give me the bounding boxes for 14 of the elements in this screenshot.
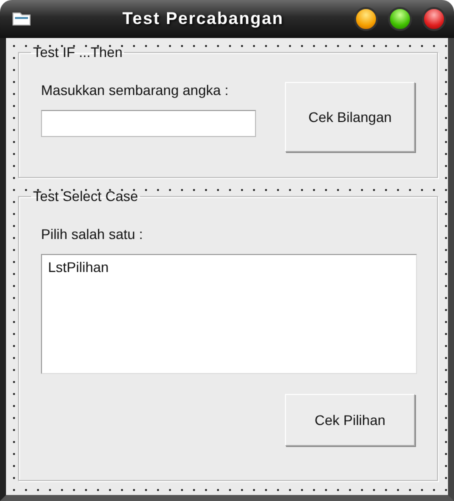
window-title: Test Percabangan	[121, 9, 285, 29]
command-button[interactable]: Cek Bilangan	[285, 82, 415, 152]
list-item[interactable]: LstPilihan	[48, 259, 410, 275]
list-box[interactable]: LstPilihan	[41, 254, 417, 374]
list-label: Pilih salah satu :	[41, 226, 144, 242]
group-title: Test Select Case	[32, 188, 140, 204]
group-title: Test IF ...Then	[32, 44, 124, 60]
field-label: Masukkan sembarang angka :	[41, 82, 230, 98]
number-field[interactable]	[41, 110, 256, 137]
minimize-button[interactable]	[354, 7, 378, 31]
command-button[interactable]: Cek Pilihan	[285, 394, 415, 446]
folder-icon	[12, 11, 32, 27]
close-button[interactable]	[422, 7, 446, 31]
maximize-button[interactable]	[388, 7, 412, 31]
